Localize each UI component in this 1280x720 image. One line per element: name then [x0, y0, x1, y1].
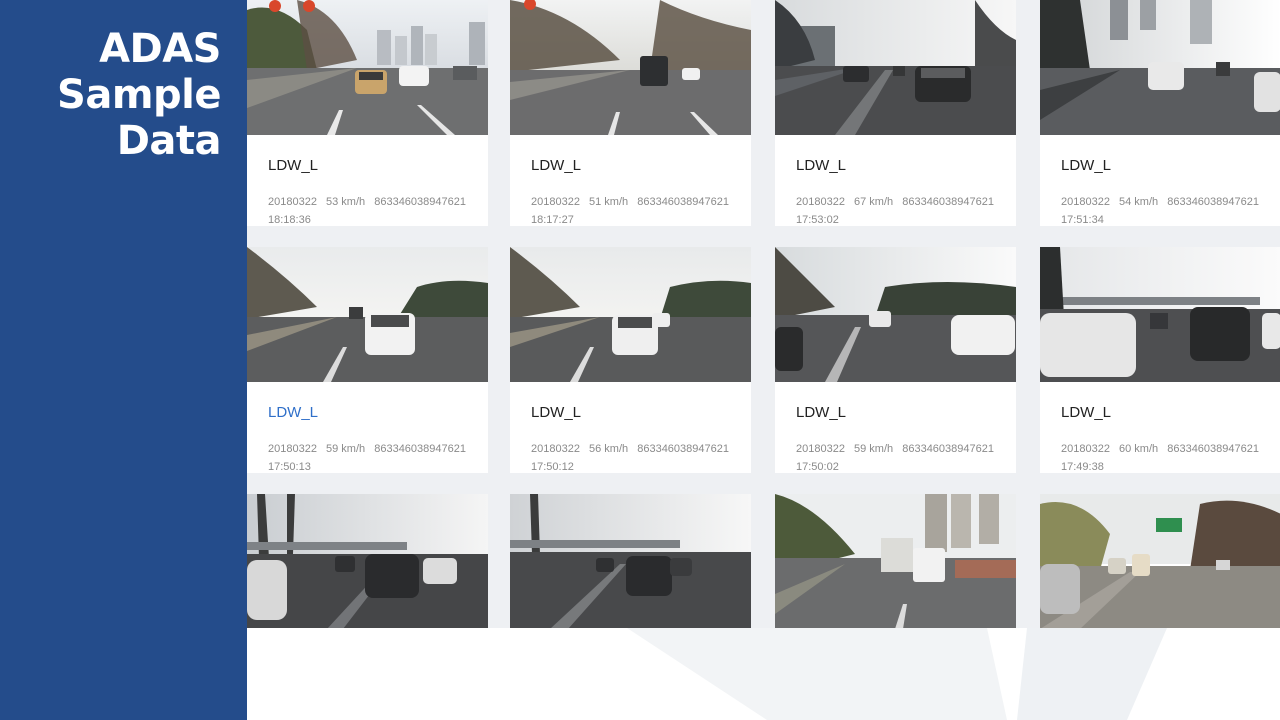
event-thumbnail[interactable]: [510, 0, 751, 135]
event-date: 20180322: [796, 443, 845, 455]
event-card[interactable]: [1040, 494, 1280, 628]
event-time: 18:17:27: [531, 214, 574, 226]
event-meta: 20180322 60 km/h 863346038947621 17:49:3…: [1061, 440, 1271, 473]
device-id: 863346038947621: [374, 443, 466, 455]
event-speed: 59 km/h: [326, 443, 366, 455]
event-meta: 20180322 59 km/h 863346038947621 17:50:0…: [796, 440, 1006, 473]
event-time: 17:50:13: [268, 461, 311, 473]
content-area: LDW_L 20180322 53 km/h 863346038947621 1…: [247, 0, 1280, 720]
event-time: 18:18:36: [268, 214, 311, 226]
event-card[interactable]: LDW_L 20180322 56 km/h 863346038947621 1…: [510, 247, 751, 473]
event-thumbnail[interactable]: [1040, 0, 1280, 135]
event-date: 20180322: [531, 443, 580, 455]
event-time: 17:50:12: [531, 461, 574, 473]
device-id: 863346038947621: [902, 443, 994, 455]
page: ADAS Sample Data LDW_L 20180322 53 km/h …: [0, 0, 1280, 720]
device-id: 863346038947621: [1167, 443, 1259, 455]
event-date: 20180322: [268, 196, 317, 208]
event-speed: 51 km/h: [589, 196, 629, 208]
event-type-label[interactable]: LDW_L: [1061, 157, 1111, 174]
event-card[interactable]: [247, 494, 488, 628]
event-meta: 20180322 53 km/h 863346038947621 18:18:3…: [268, 193, 478, 226]
event-meta: 20180322 54 km/h 863346038947621 17:51:3…: [1061, 193, 1271, 226]
event-type-label[interactable]: LDW_L: [268, 404, 318, 421]
event-card[interactable]: [775, 494, 1016, 628]
event-speed: 54 km/h: [1119, 196, 1159, 208]
event-card[interactable]: LDW_L 20180322 51 km/h 863346038947621 1…: [510, 0, 751, 226]
event-date: 20180322: [268, 443, 317, 455]
event-time: 17:53:02: [796, 214, 839, 226]
event-time: 17:49:38: [1061, 461, 1104, 473]
event-speed: 60 km/h: [1119, 443, 1159, 455]
event-type-label[interactable]: LDW_L: [531, 404, 581, 421]
event-type-label[interactable]: LDW_L: [531, 157, 581, 174]
event-card[interactable]: LDW_L 20180322 67 km/h 863346038947621 1…: [775, 0, 1016, 226]
event-speed: 53 km/h: [326, 196, 366, 208]
event-thumbnail[interactable]: [775, 247, 1016, 382]
sidebar-title: ADAS Sample Data: [57, 26, 221, 164]
event-meta: 20180322 59 km/h 863346038947621 17:50:1…: [268, 440, 478, 473]
device-id: 863346038947621: [902, 196, 994, 208]
event-type-label[interactable]: LDW_L: [1061, 404, 1111, 421]
device-id: 863346038947621: [637, 443, 729, 455]
event-date: 20180322: [796, 196, 845, 208]
event-card[interactable]: LDW_L 20180322 59 km/h 863346038947621 1…: [247, 247, 488, 473]
event-time: 17:51:34: [1061, 214, 1104, 226]
event-card[interactable]: [510, 494, 751, 628]
event-thumbnail[interactable]: [775, 494, 1016, 628]
event-card[interactable]: LDW_L 20180322 59 km/h 863346038947621 1…: [775, 247, 1016, 473]
event-meta: 20180322 51 km/h 863346038947621 18:17:2…: [531, 193, 741, 226]
event-thumbnail[interactable]: [510, 494, 751, 628]
event-thumbnail[interactable]: [1040, 494, 1280, 628]
event-thumbnail[interactable]: [247, 0, 488, 135]
device-id: 863346038947621: [374, 196, 466, 208]
event-type-label[interactable]: LDW_L: [268, 157, 318, 174]
event-date: 20180322: [1061, 443, 1110, 455]
event-speed: 59 km/h: [854, 443, 894, 455]
event-card[interactable]: LDW_L 20180322 60 km/h 863346038947621 1…: [1040, 247, 1280, 473]
event-thumbnail[interactable]: [775, 0, 1016, 135]
event-speed: 67 km/h: [854, 196, 894, 208]
event-card[interactable]: LDW_L 20180322 54 km/h 863346038947621 1…: [1040, 0, 1280, 226]
sidebar-title-line-3: Data: [116, 118, 222, 164]
card-grid: LDW_L 20180322 53 km/h 863346038947621 1…: [247, 0, 1280, 628]
event-speed: 56 km/h: [589, 443, 629, 455]
device-id: 863346038947621: [637, 196, 729, 208]
event-meta: 20180322 56 km/h 863346038947621 17:50:1…: [531, 440, 741, 473]
event-thumbnail[interactable]: [510, 247, 751, 382]
device-id: 863346038947621: [1167, 196, 1259, 208]
event-date: 20180322: [531, 196, 580, 208]
event-thumbnail[interactable]: [247, 494, 488, 628]
event-card[interactable]: LDW_L 20180322 53 km/h 863346038947621 1…: [247, 0, 488, 226]
event-time: 17:50:02: [796, 461, 839, 473]
event-date: 20180322: [1061, 196, 1110, 208]
event-thumbnail[interactable]: [1040, 247, 1280, 382]
background-watermark: [247, 628, 1280, 720]
event-thumbnail[interactable]: [247, 247, 488, 382]
sidebar-title-line-1: ADAS: [99, 26, 221, 72]
event-meta: 20180322 67 km/h 863346038947621 17:53:0…: [796, 193, 1006, 226]
event-type-label[interactable]: LDW_L: [796, 157, 846, 174]
event-type-label[interactable]: LDW_L: [796, 404, 846, 421]
sidebar-title-line-2: Sample: [57, 72, 221, 118]
sidebar: ADAS Sample Data: [0, 0, 247, 720]
